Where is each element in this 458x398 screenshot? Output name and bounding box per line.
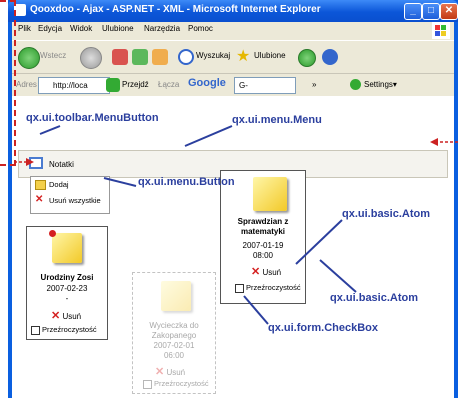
menu-view[interactable]: Widok <box>70 24 92 33</box>
maximize-button[interactable]: □ <box>422 3 440 20</box>
google-search-input[interactable]: G- <box>234 77 296 94</box>
note-time: 08:00 <box>252 251 274 260</box>
note-title: Urodziny Zosi <box>40 273 94 282</box>
transparency-checkbox[interactable]: Przeźroczystość <box>143 379 209 389</box>
delete-x-icon: ✕ <box>51 310 61 322</box>
back-label[interactable]: Wstecz <box>40 51 66 60</box>
delete-note-button[interactable]: ✕ Usuń <box>155 365 185 378</box>
menu-edit[interactable]: Edycja <box>38 24 62 33</box>
note-card[interactable]: Sprawdzian z matematyki 2007-01-19 08:00… <box>220 170 306 304</box>
google-toolbar-logo: Google <box>188 77 226 89</box>
forward-arrow-icon[interactable] <box>80 47 102 69</box>
note-time: - <box>65 294 69 303</box>
window-title: Qooxdoo - Ajax - ASP.NET - XML - Microso… <box>30 4 321 15</box>
checkbox-box[interactable] <box>143 379 152 389</box>
checkbox-box[interactable] <box>31 325 40 335</box>
note-date: 2007-01-19 <box>242 241 284 250</box>
notes-menu-button[interactable]: Notatki <box>49 160 74 169</box>
search-icon[interactable] <box>178 49 194 65</box>
delete-note-button[interactable]: ✕ Usuń <box>251 265 281 278</box>
sticky-note-icon <box>253 177 287 211</box>
checkbox-box[interactable] <box>235 283 244 293</box>
settings-button[interactable]: Settings▾ <box>364 80 397 89</box>
callout-frame <box>0 0 16 166</box>
note-title: Sprawdzian z matematyki <box>237 217 289 236</box>
go-arrow-icon[interactable] <box>106 78 120 92</box>
close-button[interactable]: ✕ <box>440 3 458 20</box>
annotation-checkbox: qx.ui.form.CheckBox <box>268 322 379 334</box>
note-card[interactable]: Wycieczka do Zakopanego 2007-02-01 06:00… <box>132 272 216 394</box>
note-title: Wycieczka do Zakopanego <box>149 321 199 340</box>
go-button[interactable]: Przejdź <box>122 80 149 89</box>
menu-file[interactable]: Plik <box>18 24 31 33</box>
menu-help[interactable]: Pomoc <box>188 24 213 33</box>
menu-tools[interactable]: Narzędzia <box>144 24 180 33</box>
note-date: 2007-02-23 <box>46 284 88 293</box>
more-chevron[interactable]: » <box>312 80 316 89</box>
annotation-atom-1: qx.ui.basic.Atom <box>342 208 431 220</box>
address-bar: Adres http://loca Przejdź Łącza Google G… <box>12 73 454 96</box>
standard-toolbar: Wstecz Wyszukaj ★ Ulubione <box>12 40 454 73</box>
transparency-checkbox[interactable]: Przeźroczystość <box>31 325 97 335</box>
transparency-checkbox[interactable]: Przeźroczystość <box>235 283 301 293</box>
delete-note-label: Usuń <box>62 312 82 321</box>
menu-favorites[interactable]: Ulubione <box>102 24 134 33</box>
title-bar[interactable]: Qooxdoo - Ajax - ASP.NET - XML - Microso… <box>8 0 458 22</box>
star-icon[interactable]: ★ <box>236 49 252 65</box>
folder-icon <box>35 180 46 190</box>
favorites-label[interactable]: Ulubione <box>254 51 286 60</box>
stop-icon[interactable] <box>112 49 128 65</box>
browser-window: Qooxdoo - Ajax - ASP.NET - XML - Microso… <box>8 0 458 398</box>
sticky-note-icon <box>161 281 191 311</box>
delete-note-label: Usuń <box>166 368 186 377</box>
notes-icon <box>27 155 47 171</box>
minimize-button[interactable]: _ <box>404 3 422 20</box>
menu-item-add[interactable]: Dodaj <box>49 180 69 189</box>
windows-logo-icon <box>432 22 450 39</box>
media-icon[interactable] <box>298 49 316 67</box>
address-input[interactable]: http://loca <box>38 77 110 94</box>
notes-dropdown-menu: Dodaj ✕ Usuń wszystkie <box>30 176 110 214</box>
delete-note-button[interactable]: ✕ Usuń <box>51 309 81 322</box>
home-icon[interactable] <box>152 49 168 65</box>
delete-x-icon: ✕ <box>155 366 165 378</box>
transparency-label: Przeźroczystość <box>154 379 209 388</box>
transparency-label: Przeźroczystość <box>42 325 97 334</box>
history-icon[interactable] <box>322 49 338 65</box>
settings-icon <box>350 79 361 90</box>
note-date: 2007-02-01 <box>153 341 195 350</box>
delete-x-icon: ✕ <box>35 194 44 205</box>
note-time: 06:00 <box>163 351 185 360</box>
note-card[interactable]: Urodziny Zosi 2007-02-23 - ✕ Usuń Przeźr… <box>26 226 108 340</box>
back-arrow-icon[interactable] <box>18 47 40 69</box>
annotation-menu: qx.ui.menu.Menu <box>232 114 322 126</box>
links-label[interactable]: Łącza <box>158 80 179 89</box>
delete-note-label: Usuń <box>262 268 282 277</box>
annotation-menubutton: qx.ui.toolbar.MenuButton <box>26 112 159 124</box>
transparency-label: Przeźroczystość <box>246 283 301 292</box>
menu-item-delete-all[interactable]: Usuń wszystkie <box>49 196 101 205</box>
refresh-icon[interactable] <box>132 49 148 65</box>
search-label[interactable]: Wyszukaj <box>196 51 230 60</box>
sticky-note-icon <box>49 230 82 263</box>
delete-x-icon: ✕ <box>251 266 261 278</box>
page-content: Notatki Dodaj ✕ Usuń wszystkie Urodziny … <box>12 96 454 398</box>
menu-bar: Plik Edycja Widok Ulubione Narzędzia Pom… <box>12 22 454 39</box>
address-label: Adres <box>16 80 37 89</box>
annotation-button: qx.ui.menu.Button <box>138 176 235 188</box>
annotation-atom-2: qx.ui.basic.Atom <box>330 292 419 304</box>
